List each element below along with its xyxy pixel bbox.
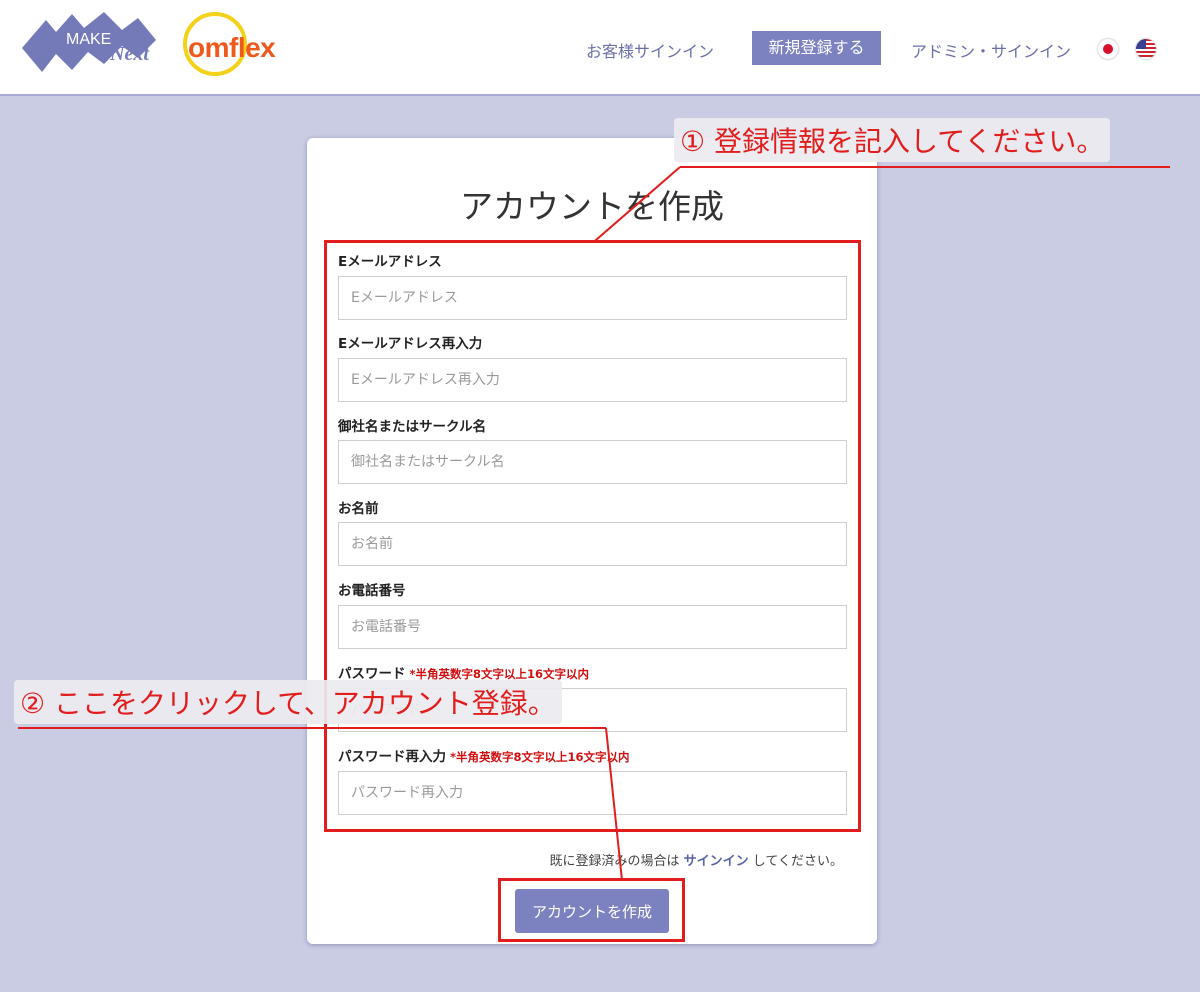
logo-make-text: MAKE — [66, 31, 111, 48]
page-title: アカウントを作成 — [460, 187, 724, 226]
make-next-logo[interactable]: MAKE Next — [22, 12, 156, 74]
company-input[interactable] — [338, 440, 847, 484]
signin-prompt: 既に登録済みの場合は サインイン してください。 — [549, 854, 843, 869]
annotation-step1: ① 登録情報を記入してください。 — [674, 118, 1111, 162]
email-label: Eメールアドレス — [338, 254, 442, 270]
name-input[interactable] — [338, 522, 847, 566]
nav-customer-signin[interactable]: お客様サインイン — [586, 38, 714, 62]
omflex-logo-text: omflex — [188, 32, 276, 63]
nav-register-button[interactable]: 新規登録する — [752, 31, 881, 65]
password-confirm-requirement-note: *半角英数字8文字以上16文字以内 — [450, 750, 630, 764]
password-requirement-note: *半角英数字8文字以上16文字以内 — [409, 667, 590, 681]
omflex-logo[interactable]: omflex — [180, 10, 284, 78]
japan-flag-icon[interactable] — [1098, 39, 1118, 59]
password-confirm-input[interactable] — [338, 771, 847, 815]
signin-link[interactable]: サインイン — [684, 854, 749, 869]
create-account-card: アカウントを作成 Eメールアドレス Eメールアドレス再入力 御社名またはサークル… — [307, 138, 877, 944]
name-label: お名前 — [338, 501, 379, 517]
us-flag-icon[interactable] — [1136, 39, 1156, 59]
create-account-button[interactable]: アカウントを作成 — [515, 889, 669, 933]
phone-input[interactable] — [338, 605, 847, 649]
email-confirm-input[interactable] — [338, 358, 847, 402]
logo-next-text: Next — [109, 43, 150, 65]
phone-label: お電話番号 — [338, 583, 406, 599]
company-label: 御社名またはサークル名 — [338, 419, 487, 435]
annotation-step2: ② ここをクリックして、アカウント登録。 — [14, 680, 562, 724]
email-input[interactable] — [338, 276, 847, 320]
nav-admin-signin[interactable]: アドミン・サインイン — [911, 38, 1071, 62]
top-header: MAKE Next omflex お客様サインイン 新規登録する アドミン・サイ… — [0, 0, 1200, 96]
password-confirm-label: パスワード再入力 *半角英数字8文字以上16文字以内 — [338, 749, 630, 765]
password-label: パスワード *半角英数字8文字以上16文字以内 — [338, 666, 590, 682]
email-confirm-label: Eメールアドレス再入力 — [338, 336, 483, 352]
